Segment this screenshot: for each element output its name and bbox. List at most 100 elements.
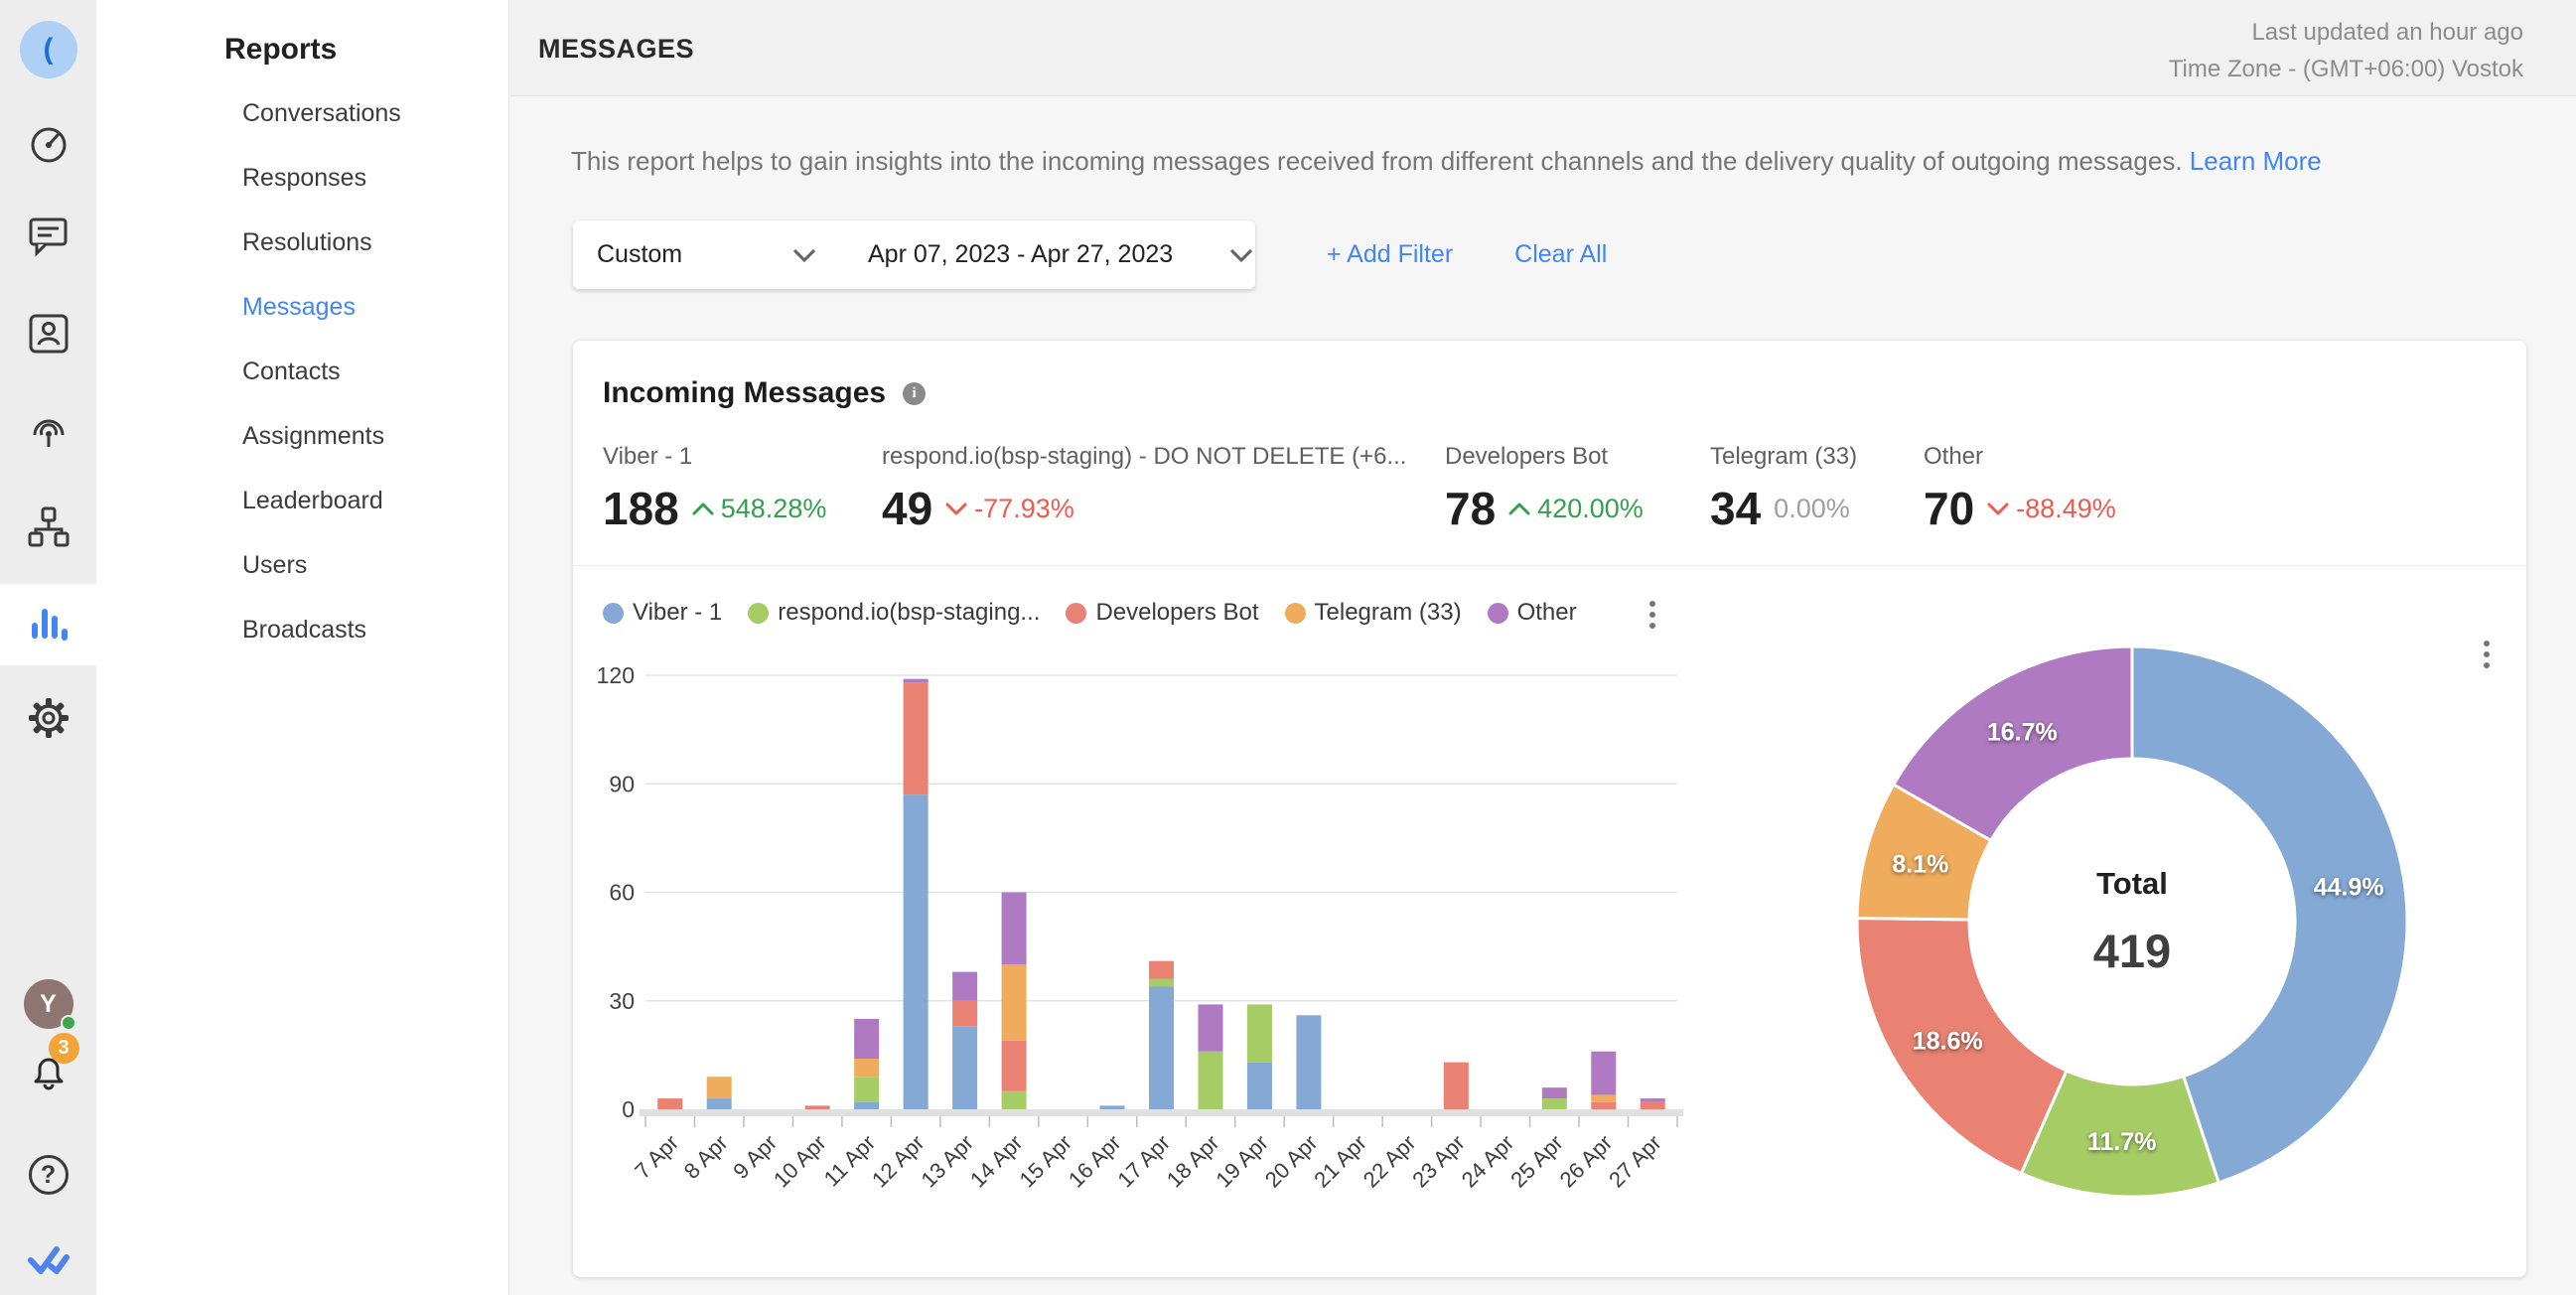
app-window: ( — [0, 0, 2576, 1295]
avatar-letter: Y — [24, 979, 73, 1029]
legend-item-1[interactable]: respond.io(bsp-staging... — [748, 599, 1040, 627]
sidebar-item-resolutions[interactable]: Resolutions — [242, 230, 401, 255]
chevron-down-icon[interactable] — [1228, 247, 1254, 263]
range-type-dropdown[interactable]: Custom — [573, 220, 846, 289]
user-avatar[interactable]: Y — [0, 979, 96, 1029]
chart-legend: Viber - 1 respond.io(bsp-staging... Develo… — [603, 599, 1680, 627]
sidebar-item-assignments[interactable]: Assignments — [242, 424, 401, 449]
filter-row: Custom Apr 07, 2023 - Apr 27, 2023 + Add… — [573, 220, 1607, 289]
svg-text:8.1%: 8.1% — [1892, 851, 1948, 879]
svg-text:14 Apr: 14 Apr — [965, 1130, 1028, 1193]
legend-item-2[interactable]: Developers Bot — [1066, 599, 1258, 627]
legend-dot — [1066, 603, 1086, 624]
dashboard-icon[interactable] — [0, 122, 96, 166]
card-title: Incoming Messages — [603, 376, 886, 410]
sidebar-item-leaderboard[interactable]: Leaderboard — [242, 489, 401, 513]
stat-change: 548.28% — [721, 494, 827, 524]
svg-text:13 Apr: 13 Apr — [916, 1130, 978, 1193]
svg-text:12 Apr: 12 Apr — [867, 1130, 930, 1193]
stats-row: Viber - 1 188 548.28% respond.io(bsp-stagin… — [603, 443, 2221, 531]
stat-1: respond.io(bsp-staging) - DO NOT DELETE … — [882, 443, 1445, 531]
svg-text:16.7%: 16.7% — [1987, 719, 2058, 747]
info-icon[interactable]: i — [903, 382, 926, 405]
chevron-down-icon[interactable] — [791, 247, 817, 263]
report-description: This report helps to gain insights into … — [571, 146, 2322, 177]
legend-dot — [1285, 603, 1306, 624]
svg-text:16 Apr: 16 Apr — [1064, 1130, 1126, 1193]
svg-text:27 Apr: 27 Apr — [1604, 1130, 1666, 1193]
svg-text:60: 60 — [609, 880, 635, 906]
stat-change: -77.93% — [974, 494, 1074, 524]
legend-dot — [603, 603, 624, 624]
svg-text:26 Apr: 26 Apr — [1555, 1130, 1618, 1193]
stat-label: Developers Bot — [1445, 443, 1710, 471]
reports-icon[interactable] — [0, 603, 96, 647]
svg-text:11.7%: 11.7% — [2087, 1128, 2157, 1156]
broadcast-icon[interactable] — [0, 407, 96, 451]
add-filter-button[interactable]: + Add Filter — [1327, 240, 1453, 269]
messages-icon[interactable] — [0, 214, 96, 257]
divider — [573, 565, 2526, 566]
svg-text:17 Apr: 17 Apr — [1112, 1130, 1175, 1193]
sidebar-item-broadcasts[interactable]: Broadcasts — [242, 618, 401, 643]
workflows-icon[interactable] — [0, 505, 96, 549]
contacts-icon[interactable] — [0, 312, 96, 356]
svg-text:7 Apr: 7 Apr — [630, 1130, 683, 1184]
icon-rail: ( — [0, 0, 96, 1295]
sidebar-item-users[interactable]: Users — [242, 553, 401, 578]
stat-value: 70 — [1924, 486, 1974, 531]
stat-label: Viber - 1 — [603, 443, 882, 471]
legend-label: Viber - 1 — [633, 599, 722, 627]
stat-0: Viber - 1 188 548.28% — [603, 443, 882, 531]
svg-text:44.9%: 44.9% — [2314, 874, 2384, 902]
stat-value: 188 — [603, 486, 679, 531]
trend-down-icon — [1987, 502, 2009, 516]
svg-text:10 Apr: 10 Apr — [769, 1130, 831, 1193]
stacked-bar-chart: 03060901207 Apr8 Apr9 Apr10 Apr11 Apr12 … — [587, 655, 1709, 1236]
svg-text:8 Apr: 8 Apr — [679, 1130, 733, 1184]
settings-gear-icon[interactable] — [0, 696, 96, 740]
legend-label: Other — [1517, 599, 1577, 627]
notifications-bell[interactable]: 3 — [0, 1051, 96, 1094]
svg-text:0: 0 — [622, 1096, 635, 1122]
svg-text:120: 120 — [597, 662, 635, 688]
sidebar-item-contacts[interactable]: Contacts — [242, 360, 401, 384]
svg-text:22 Apr: 22 Apr — [1359, 1130, 1421, 1193]
stat-label: respond.io(bsp-staging) - DO NOT DELETE … — [882, 443, 1445, 471]
svg-text:19 Apr: 19 Apr — [1211, 1130, 1273, 1193]
sidebar-item-messages[interactable]: Messages — [242, 295, 401, 320]
last-updated-text: Last updated an hour ago — [2169, 14, 2523, 51]
svg-text:18.6%: 18.6% — [1913, 1028, 1983, 1056]
clear-all-button[interactable]: Clear All — [1514, 240, 1607, 269]
svg-text:18 Apr: 18 Apr — [1162, 1130, 1224, 1193]
question-mark-icon: ? — [29, 1155, 69, 1195]
main-area: MESSAGES Last updated an hour ago Time Z… — [510, 0, 2576, 1295]
incoming-messages-card: Incoming Messages i Viber - 1 188 548.28% r… — [573, 341, 2526, 1277]
reports-sidebar: Reports ConversationsResponsesResolution… — [96, 0, 509, 1295]
sidebar-item-conversations[interactable]: Conversations — [242, 101, 401, 126]
legend-item-3[interactable]: Telegram (33) — [1285, 599, 1462, 627]
learn-more-link[interactable]: Learn More — [2190, 146, 2322, 176]
bar-chart-menu-kebab[interactable] — [1644, 595, 1661, 635]
workspace-logo-icon: ( — [20, 21, 77, 78]
legend-item-4[interactable]: Other — [1488, 599, 1577, 627]
date-filter-box: Custom Apr 07, 2023 - Apr 27, 2023 — [573, 220, 1255, 289]
brand-doublecheck-icon[interactable] — [0, 1238, 96, 1282]
svg-text:30: 30 — [609, 988, 635, 1014]
svg-text:90: 90 — [609, 771, 635, 796]
page-title: MESSAGES — [538, 34, 694, 65]
legend-item-0[interactable]: Viber - 1 — [603, 599, 722, 627]
legend-label: respond.io(bsp-staging... — [778, 599, 1040, 627]
svg-text:21 Apr: 21 Apr — [1309, 1130, 1371, 1193]
sidebar-item-responses[interactable]: Responses — [242, 166, 401, 191]
help-icon[interactable]: ? — [0, 1153, 96, 1197]
trend-down-icon — [945, 502, 967, 516]
date-range-dropdown[interactable]: Apr 07, 2023 - Apr 27, 2023 — [846, 220, 1254, 289]
donut-chart: 44.9% 11.7% 18.6% 8.1% 16.7% — [1849, 639, 2415, 1210]
content-area: This report helps to gain insights into … — [510, 96, 2576, 1295]
donut-chart-menu-kebab[interactable] — [2478, 635, 2496, 674]
svg-text:15 Apr: 15 Apr — [1014, 1130, 1076, 1193]
stat-2: Developers Bot78420.00% — [1445, 443, 1710, 531]
workspace-logo[interactable]: ( — [0, 21, 96, 78]
stat-3: Telegram (33)340.00% — [1710, 443, 1924, 531]
